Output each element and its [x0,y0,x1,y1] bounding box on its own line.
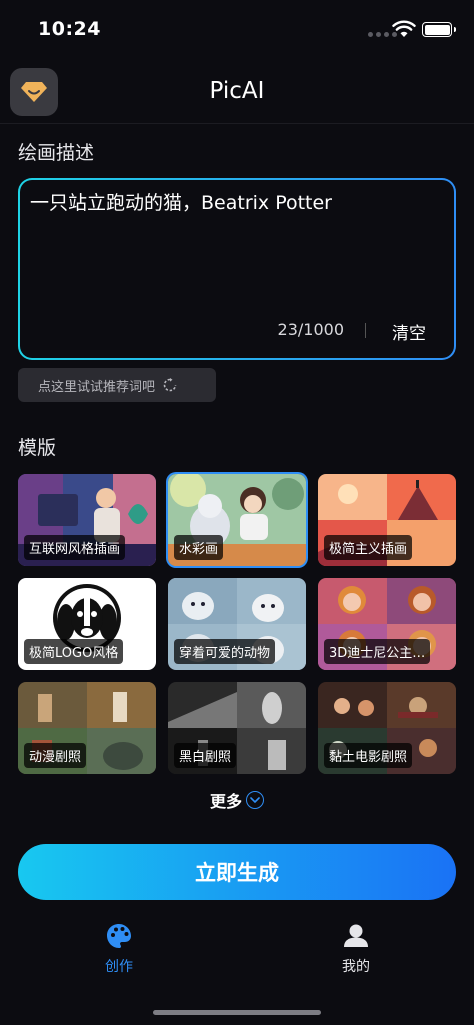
suggest-prompt-button[interactable]: 点这里试试推荐词吧 [18,368,216,402]
template-card-3d-disney-princess[interactable]: 3D迪士尼公主… [318,578,456,670]
template-label: 极简LOGO风格 [24,639,124,664]
tab-create[interactable]: 创作 [79,922,159,976]
template-card-black-white-still[interactable]: 黑白剧照 [168,682,306,774]
prompt-input[interactable]: 一只站立跑动的猫，Beatrix Potter [30,188,332,215]
nav-bar: PicAI [0,58,474,124]
template-card-cute-dressed-animals[interactable]: 穿着可爱的动物 [168,578,306,670]
clear-button[interactable]: 清空 [392,319,426,344]
template-label: 极简主义插画 [324,535,413,560]
status-time: 10:24 [38,18,101,40]
battery-icon [422,22,456,37]
template-label: 穿着可爱的动物 [174,639,276,664]
template-label: 互联网风格插画 [24,535,126,560]
tab-mine-label: 我的 [342,959,370,975]
divider [365,323,366,338]
refresh-icon [163,378,177,392]
template-label: 动漫剧照 [24,743,87,768]
more-templates-button[interactable]: 更多 [0,788,474,812]
template-card-minimal-logo[interactable]: 极简LOGO风格 [18,578,156,670]
template-label: 黑白剧照 [174,743,237,768]
template-label: 黏土电影剧照 [324,743,413,768]
status-bar: 10:24 [0,0,474,58]
palette-icon [107,924,131,948]
person-icon [344,924,368,947]
suggest-label: 点这里试试推荐词吧 [38,379,156,395]
home-indicator [153,1010,321,1015]
prompt-section-label: 绘画描述 [18,142,95,164]
more-label: 更多 [209,792,242,811]
wifi-icon [392,20,416,37]
template-card-anime-still[interactable]: 动漫剧照 [18,682,156,774]
template-card-claymation-still[interactable]: 黏土电影剧照 [318,682,456,774]
prompt-input-box[interactable]: 一只站立跑动的猫，Beatrix Potter 23/1000 清空 [18,178,456,360]
tab-create-label: 创作 [105,959,133,975]
template-card-minimalist-illustration[interactable]: 极简主义插画 [318,474,456,566]
template-label: 3D迪士尼公主… [324,639,431,664]
generate-button[interactable]: 立即生成 [18,844,456,900]
template-card-internet-illustration[interactable]: 互联网风格插画 [18,474,156,566]
char-count: 23/1000 [277,320,344,339]
chevron-down-icon [246,791,264,809]
template-label: 水彩画 [174,535,224,560]
tab-mine[interactable]: 我的 [316,922,396,976]
template-section-label: 模版 [18,437,57,459]
template-card-watercolor[interactable]: 水彩画 [168,474,306,566]
app-title: PicAI [209,78,265,104]
